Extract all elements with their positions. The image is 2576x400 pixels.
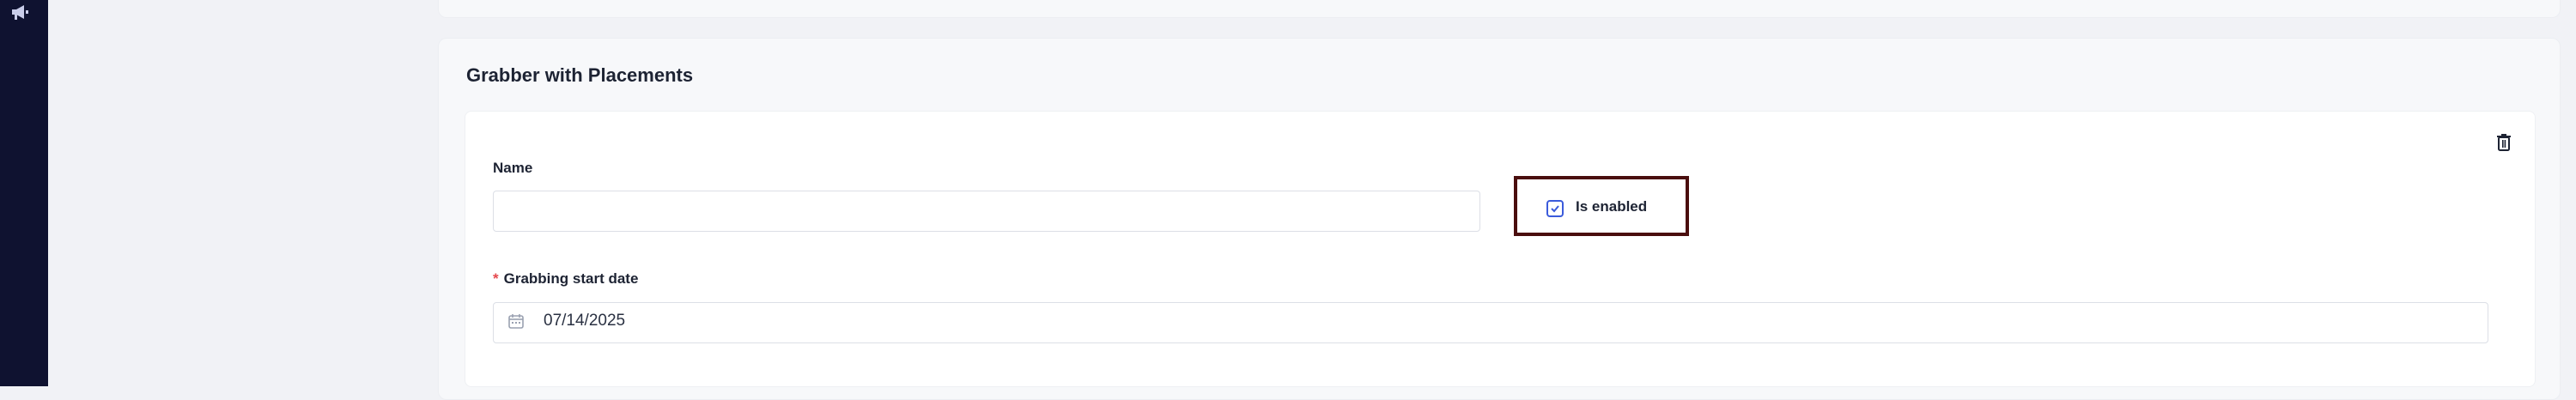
name-label: Name xyxy=(493,160,533,176)
start-date-label-text: Grabbing start date xyxy=(503,270,639,287)
megaphone-icon[interactable] xyxy=(10,3,31,21)
start-date-label: * Grabbing start date xyxy=(493,270,638,288)
trash-icon[interactable] xyxy=(2494,132,2514,153)
sidebar xyxy=(0,0,48,386)
is-enabled-checkbox[interactable] xyxy=(1546,200,1564,217)
name-input[interactable] xyxy=(494,191,1479,231)
is-enabled-label: Is enabled xyxy=(1576,198,1648,215)
section-title: Grabber with Placements xyxy=(466,64,694,86)
calendar-icon xyxy=(507,312,525,330)
grabber-card: Name Is enabled * Grabbing start date 07… xyxy=(465,111,2536,387)
start-date-input[interactable]: 07/14/2025 xyxy=(493,302,2488,343)
previous-section-card xyxy=(438,0,2561,18)
is-enabled-highlight: Is enabled xyxy=(1514,176,1689,236)
name-field-wrapper xyxy=(493,191,1480,232)
required-marker: * xyxy=(493,270,499,287)
grabber-section: Grabber with Placements Name Is enabled xyxy=(438,38,2561,400)
start-date-value: 07/14/2025 xyxy=(544,312,626,330)
